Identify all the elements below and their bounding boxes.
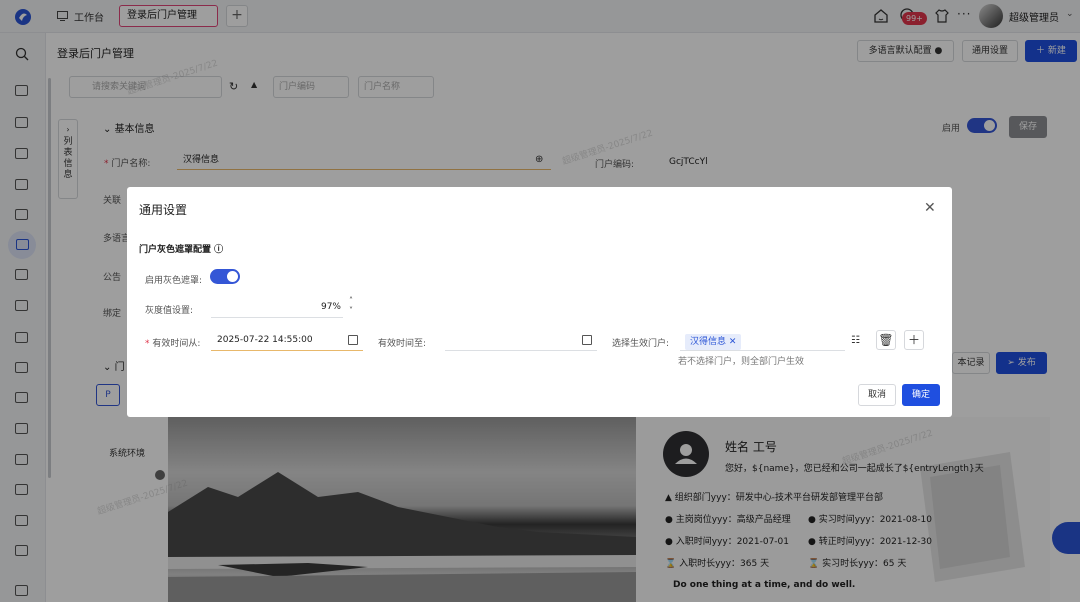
trash-icon: 🗑 [878, 333, 894, 347]
valid-to-input[interactable] [445, 331, 597, 351]
gray-mask-section-title: 门户灰色遮罩配置 ⓘ [139, 245, 224, 255]
valid-from-label: * 有效时间从: [145, 339, 201, 349]
gray-enable-label: 启用灰色遮罩: [145, 276, 203, 286]
info-icon: ⓘ [214, 245, 224, 255]
portal-hint: 若不选择门户，则全部门户生效 [678, 357, 805, 367]
tag-close-icon[interactable]: ✕ [729, 337, 737, 347]
portal-tag: 汉得信息 ✕ [685, 334, 742, 350]
dialog-title: 通用设置 [139, 203, 188, 217]
gray-value-input[interactable]: 97% [211, 298, 343, 318]
portal-select-label: 选择生效门户: [612, 339, 670, 349]
cancel-button[interactable]: 取消 [858, 384, 896, 406]
chevron-down-icon: ˅ [349, 306, 353, 315]
general-settings-dialog: 通用设置 ✕ 门户灰色遮罩配置 ⓘ 启用灰色遮罩: 灰度值设置: 97% ˄ ˅ … [127, 187, 952, 417]
close-icon[interactable]: ✕ [924, 200, 936, 216]
chevron-up-icon: ˄ [349, 296, 353, 305]
valid-to-label: 有效时间至: [378, 339, 427, 349]
calendar-icon[interactable] [582, 335, 592, 345]
valid-from-input[interactable]: 2025-07-22 14:55:00 [211, 331, 363, 351]
calendar-icon[interactable] [348, 335, 358, 345]
stepper-arrows[interactable]: ˄ ˅ [349, 296, 353, 316]
gray-value-label: 灰度值设置: [145, 306, 194, 316]
delete-button[interactable]: 🗑 [876, 330, 896, 350]
list-select-icon[interactable]: ☷ [851, 335, 860, 346]
confirm-button[interactable]: 确定 [902, 384, 940, 406]
add-row-button[interactable]: ＋ [904, 330, 924, 350]
gray-enable-toggle[interactable] [210, 269, 240, 284]
